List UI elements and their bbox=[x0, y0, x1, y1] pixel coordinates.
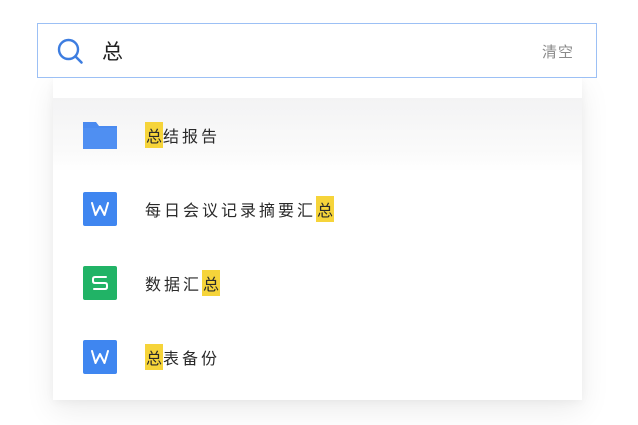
result-name: 总结报告 bbox=[145, 98, 220, 172]
word-doc-icon bbox=[83, 340, 117, 374]
result-name: 每日会议记录摘要汇总 bbox=[145, 172, 335, 246]
search-panel: 清空 总结报告 bbox=[0, 0, 638, 425]
search-results-dropdown: 总结报告 每日会议记录摘要汇总 数据汇 总 总 表备份 bbox=[53, 78, 582, 400]
result-item-sheet[interactable]: 数据汇总 bbox=[53, 246, 582, 320]
result-name-suffix: 结报告 bbox=[163, 127, 221, 146]
match-highlight: 总 bbox=[316, 196, 335, 222]
result-name-prefix: 数据汇 bbox=[145, 275, 203, 294]
result-name: 数据汇总 bbox=[145, 246, 221, 320]
spreadsheet-icon bbox=[83, 266, 117, 300]
word-doc-icon bbox=[83, 192, 117, 226]
match-highlight: 总 bbox=[202, 270, 221, 296]
result-item-folder[interactable]: 总结报告 bbox=[53, 98, 582, 172]
search-input[interactable] bbox=[102, 34, 482, 68]
result-name-prefix: 每日会议记录摘要汇 bbox=[145, 201, 317, 220]
clear-button[interactable]: 清空 bbox=[542, 41, 574, 62]
search-icon[interactable] bbox=[56, 37, 84, 65]
match-highlight: 总 bbox=[145, 344, 164, 370]
result-name-suffix: 表备份 bbox=[163, 349, 221, 368]
folder-icon bbox=[83, 118, 117, 152]
result-name: 总表备份 bbox=[145, 320, 220, 394]
match-highlight: 总 bbox=[145, 122, 164, 148]
result-item-word[interactable]: 每日会议记录摘要汇总 bbox=[53, 172, 582, 246]
result-item-word[interactable]: 总表备份 bbox=[53, 320, 582, 394]
search-bar: 清空 bbox=[37, 23, 597, 78]
